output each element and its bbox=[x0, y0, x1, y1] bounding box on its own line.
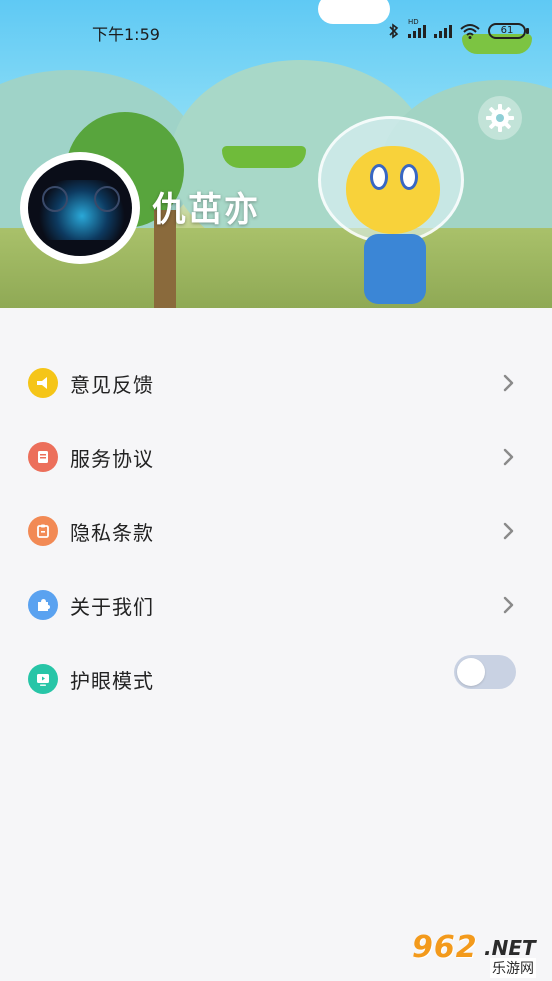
status-bar: 下午1:59 HD 61 bbox=[0, 0, 552, 60]
profile-header-banner: 下午1:59 HD 61 仇茁亦 bbox=[0, 0, 552, 308]
menu-item-icon-bg bbox=[28, 516, 58, 546]
menu-item-about-us[interactable]: 关于我们 bbox=[0, 567, 552, 641]
menu-item-icon-bg bbox=[28, 664, 58, 694]
megaphone-icon bbox=[37, 377, 47, 389]
site-watermark: 962 .NET 乐游网 bbox=[412, 930, 547, 978]
signal-strength-icon bbox=[434, 24, 452, 38]
menu-item-icon-bg bbox=[28, 590, 58, 620]
bluetooth-icon bbox=[389, 23, 399, 39]
status-icons: HD 61 bbox=[388, 18, 529, 42]
avatar-image bbox=[28, 160, 132, 256]
menu-item-privacy-policy[interactable]: 隐私条款 bbox=[0, 493, 552, 567]
document-icon bbox=[38, 451, 48, 463]
network-type-label: HD bbox=[408, 18, 419, 26]
wifi-icon bbox=[460, 24, 480, 39]
chevron-right-icon bbox=[503, 448, 514, 466]
watermark-domain: .NET bbox=[484, 936, 536, 960]
settings-menu: 意见反馈 服务协议 隐私条款 关于我们 护眼模式 bbox=[0, 345, 552, 715]
clipboard-icon bbox=[37, 524, 49, 538]
signal-strength-icon bbox=[408, 24, 426, 38]
menu-item-label: 意见反馈 bbox=[70, 373, 154, 397]
watermark-number: 962 bbox=[412, 930, 478, 965]
battery-indicator: 61 bbox=[488, 23, 529, 39]
menu-item-feedback[interactable]: 意见反馈 bbox=[0, 345, 552, 419]
profile-screen: 下午1:59 HD 61 仇茁亦 意见反馈 服务协议 隐私条款 关于我们 护眼模… bbox=[0, 0, 552, 981]
menu-item-label: 服务协议 bbox=[70, 447, 154, 471]
status-time: 下午1:59 bbox=[92, 25, 160, 44]
menu-item-icon-bg bbox=[28, 368, 58, 398]
chevron-right-icon bbox=[503, 374, 514, 392]
settings-button[interactable] bbox=[478, 96, 522, 140]
toggle-knob bbox=[457, 658, 485, 686]
menu-item-label: 护眼模式 bbox=[70, 669, 154, 693]
menu-item-service-agreement[interactable]: 服务协议 bbox=[0, 419, 552, 493]
username: 仇茁亦 bbox=[152, 190, 260, 230]
chevron-right-icon bbox=[503, 596, 514, 614]
gear-icon bbox=[486, 104, 514, 132]
user-avatar[interactable] bbox=[20, 152, 140, 264]
mascot-illustration bbox=[318, 116, 468, 308]
eye-protection-toggle[interactable] bbox=[454, 655, 516, 689]
screen-icon bbox=[37, 674, 49, 686]
menu-item-label: 隐私条款 bbox=[70, 521, 154, 545]
chevron-right-icon bbox=[503, 522, 514, 540]
menu-item-eye-protection: 护眼模式 bbox=[0, 641, 552, 715]
menu-item-label: 关于我们 bbox=[70, 595, 154, 619]
puzzle-icon bbox=[38, 599, 50, 611]
menu-item-icon-bg bbox=[28, 442, 58, 472]
watermark-site-name: 乐游网 bbox=[490, 958, 536, 978]
floating-island-decoration bbox=[222, 146, 306, 168]
